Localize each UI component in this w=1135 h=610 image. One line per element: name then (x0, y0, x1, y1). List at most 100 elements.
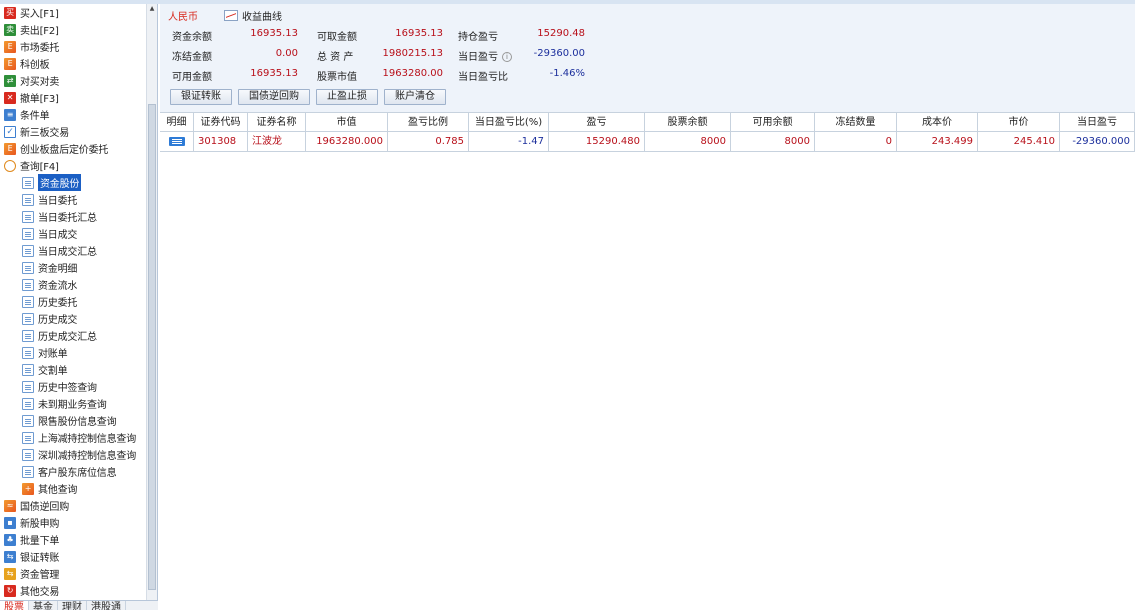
sidebar-item[interactable]: E 科创板 (0, 55, 146, 72)
sidebar-item[interactable]: ⇆ 银证转账 (0, 548, 146, 565)
sidebar-item[interactable]: 当日委托 (0, 191, 146, 208)
sidebar-item-label: 对买对卖 (20, 77, 60, 88)
sidebar-item[interactable]: 限售股份信息查询 (0, 412, 146, 429)
sidebar-item[interactable]: ↻ 其他交易 (0, 582, 146, 599)
tab-hk-connect[interactable]: 港股通 (87, 601, 126, 610)
navigation-scrollbar[interactable]: ▲ (146, 4, 157, 600)
header-name[interactable]: 证券名称 (248, 113, 306, 131)
document-icon (22, 312, 34, 325)
sidebar-item[interactable]: 资金明细 (0, 259, 146, 276)
scrollbar-thumb[interactable] (148, 104, 156, 590)
header-today-pl-ratio[interactable]: 当日盈亏比(%) (469, 113, 549, 131)
fund-management-icon: ⇆ (4, 567, 16, 580)
holding-pl-value: 15290.48 (537, 28, 585, 39)
other-query-icon: + (22, 482, 34, 495)
sidebar-item[interactable]: 历史成交汇总 (0, 327, 146, 344)
header-detail[interactable]: 明细 (160, 113, 194, 131)
sidebar-item[interactable]: 未到期业务查询 (0, 395, 146, 412)
sidebar-item[interactable]: ♣ 批量下单 (0, 531, 146, 548)
repo-button[interactable]: 国债逆回购 (238, 89, 310, 105)
balance-value: 16935.13 (250, 28, 298, 39)
query-icon (4, 159, 16, 172)
available-value: 16935.13 (250, 68, 298, 79)
bank-transfer-button[interactable]: 银证转账 (170, 89, 232, 105)
sidebar-item[interactable]: ⇆ 资金管理 (0, 565, 146, 582)
sidebar-item-label: 深圳减持控制信息查询 (38, 451, 136, 462)
sidebar-item[interactable]: 客户股东席位信息 (0, 463, 146, 480)
sidebar-item-label: 新股申购 (20, 519, 60, 530)
total-assets-label: 总 资 产 (317, 52, 354, 63)
tab-stocks[interactable]: 股票 (0, 601, 29, 610)
sidebar-item[interactable]: 查询[F4] (0, 157, 146, 174)
header-today-pl[interactable]: 当日盈亏 (1060, 113, 1135, 131)
sidebar-item[interactable]: 历史成交 (0, 310, 146, 327)
document-icon (22, 346, 34, 359)
market-tabs: 股票 基金 理财 港股通 (0, 600, 158, 610)
sidebar-item[interactable]: E 市场委托 (0, 38, 146, 55)
sidebar-item[interactable]: + 其他查询 (0, 480, 146, 497)
header-price[interactable]: 市价 (978, 113, 1060, 131)
profit-curve-link[interactable]: 收益曲线 (224, 8, 282, 23)
tab-funds[interactable]: 基金 (29, 601, 58, 610)
sell-icon: 卖 (4, 23, 16, 36)
frozen-value: 0.00 (275, 48, 298, 59)
clear-position-button[interactable]: 账户清仓 (384, 89, 446, 105)
header-frozen[interactable]: 冻结数量 (815, 113, 897, 131)
header-code[interactable]: 证券代码 (194, 113, 248, 131)
detail-list-icon[interactable] (168, 136, 185, 146)
document-icon (22, 397, 34, 410)
sidebar-item[interactable]: 当日成交汇总 (0, 242, 146, 259)
sidebar-item-label: 市场委托 (20, 43, 60, 54)
sidebar-item[interactable]: ✓ 新三板交易 (0, 123, 146, 140)
sidebar-item[interactable]: 当日委托汇总 (0, 208, 146, 225)
header-market-value[interactable]: 市值 (306, 113, 388, 131)
sidebar-item[interactable]: 对账单 (0, 344, 146, 361)
sidebar-item[interactable]: 历史中签查询 (0, 378, 146, 395)
sidebar-item-label: 条件单 (20, 111, 50, 122)
bank-transfer-icon: ⇆ (4, 550, 16, 563)
available-label: 可用金额 (172, 72, 212, 83)
sidebar-item[interactable]: 深圳减持控制信息查询 (0, 446, 146, 463)
sidebar-item-label: 历史委托 (38, 298, 78, 309)
header-cost[interactable]: 成本价 (897, 113, 978, 131)
document-icon (22, 414, 34, 427)
sidebar-item-label: 未到期业务查询 (38, 400, 107, 411)
holdings-table: 明细 证券代码 证券名称 市值 盈亏比例 当日盈亏比(%) 盈亏 股票余额 可用… (160, 112, 1135, 152)
sidebar-item-label: 资金股份 (38, 174, 82, 191)
sidebar-item[interactable]: E 创业板盘后定价委托 (0, 140, 146, 157)
sidebar-item[interactable]: 当日成交 (0, 225, 146, 242)
header-stock-balance[interactable]: 股票余额 (645, 113, 731, 131)
stock-value-value: 1963280.00 (382, 68, 443, 79)
sidebar-item[interactable]: 资金股份 (0, 174, 146, 191)
sidebar-item[interactable]: ▪ 新股申购 (0, 514, 146, 531)
sidebar-item[interactable]: ≡ 条件单 (0, 106, 146, 123)
sidebar-item[interactable]: 买买入[F1] (0, 4, 146, 21)
sidebar-item[interactable]: ✕ 撤单[F3] (0, 89, 146, 106)
sidebar-item-label: 当日成交汇总 (38, 247, 97, 258)
sidebar-item[interactable]: 资金流水 (0, 276, 146, 293)
sidebar-item-label: 上海减持控制信息查询 (38, 434, 136, 445)
navigation-panel: 买买入[F1] 卖卖出[F2] E 市场委托 E 科创板 ⇄ 对买对卖 ✕ 撤单[F3] ≡ 条件单 ✓… (0, 4, 158, 610)
header-pl-ratio[interactable]: 盈亏比例 (388, 113, 469, 131)
sidebar-item-label: 其他交易 (20, 587, 60, 598)
sidebar-item[interactable]: 上海减持控制信息查询 (0, 429, 146, 446)
pair-trade-icon: ⇄ (4, 74, 16, 87)
tab-wealth[interactable]: 理财 (58, 601, 87, 610)
sidebar-item-label: 买入[F1] (20, 9, 59, 20)
header-pl[interactable]: 盈亏 (549, 113, 645, 131)
sidebar-item[interactable]: 交割单 (0, 361, 146, 378)
profit-curve-label: 收益曲线 (242, 12, 282, 23)
sidebar-item[interactable]: 历史委托 (0, 293, 146, 310)
total-assets-value: 1980215.13 (382, 48, 443, 59)
sidebar-item[interactable]: ≈ 国债逆回购 (0, 497, 146, 514)
scroll-up-arrow-icon[interactable]: ▲ (147, 4, 157, 14)
sidebar-item[interactable]: 卖卖出[F2] (0, 21, 146, 38)
table-row[interactable]: 301308 江波龙 1963280.000 0.785 -1.47 15290… (160, 132, 1135, 152)
batch-order-icon: ♣ (4, 533, 16, 546)
action-buttons: 银证转账 国债逆回购 止盈止损 账户清仓 (170, 89, 446, 105)
header-available[interactable]: 可用余额 (731, 113, 815, 131)
today-pl-value: -29360.00 (533, 48, 585, 59)
sidebar-item[interactable]: ⇄ 对买对卖 (0, 72, 146, 89)
stop-profit-loss-button[interactable]: 止盈止损 (316, 89, 378, 105)
cancel-order-icon: ✕ (4, 91, 16, 104)
